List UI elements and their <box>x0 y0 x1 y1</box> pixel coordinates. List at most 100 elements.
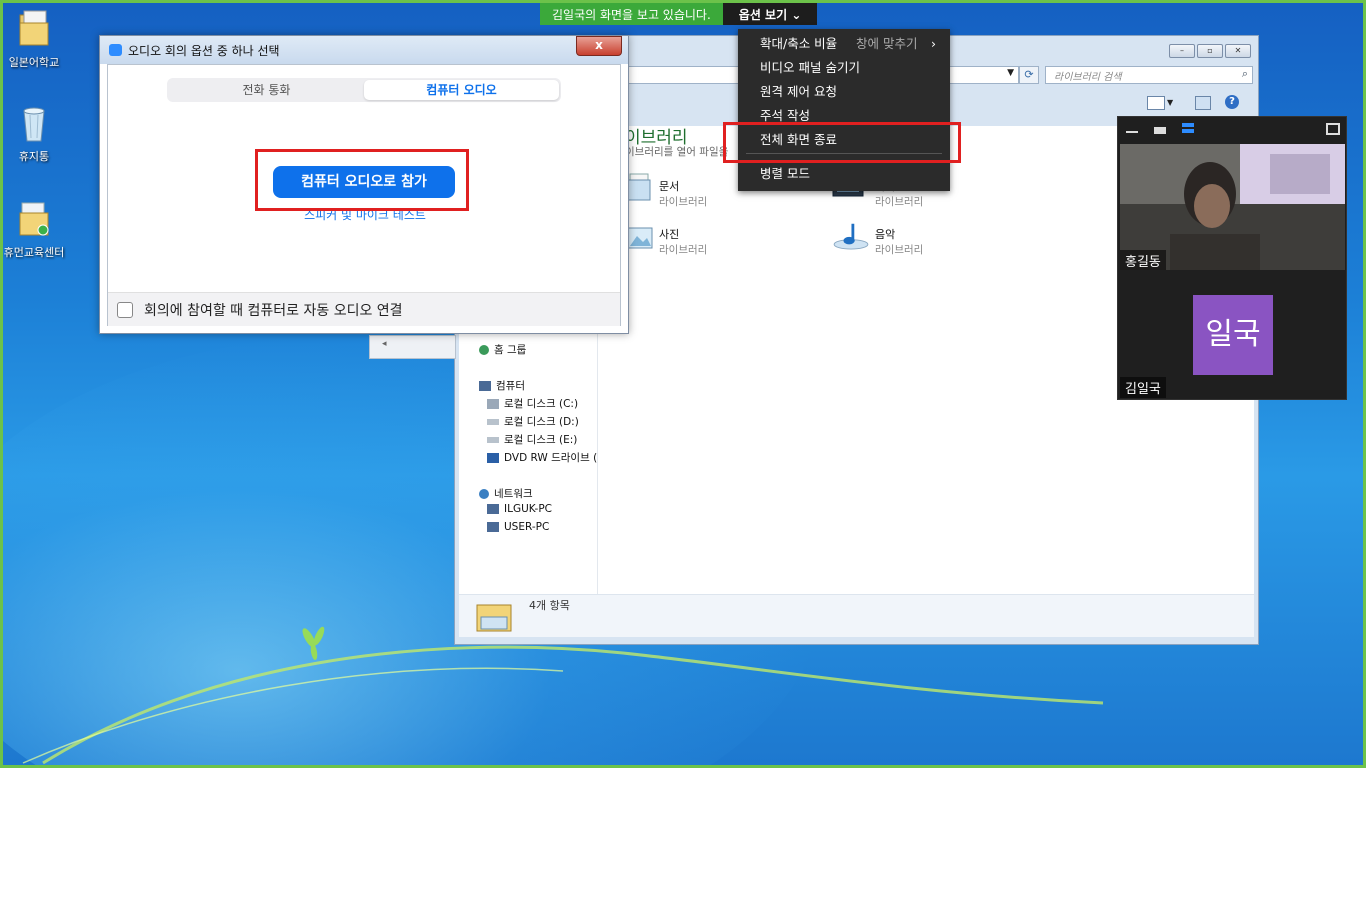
drive-icon <box>487 419 499 425</box>
chevron-down-icon: ⌄ <box>791 8 802 22</box>
dialog-title: 오디오 회의 옵션 중 하나 선택 <box>128 44 280 58</box>
view-options-label: 옵션 보기 <box>738 8 788 22</box>
documents-library-icon <box>627 173 651 201</box>
library-sub: 라이브러리 <box>875 196 924 208</box>
drive-icon <box>487 399 499 409</box>
chevron-down-icon[interactable]: ▼ <box>1167 98 1173 107</box>
menu-item-side-by-side[interactable]: 병렬 모드 <box>738 162 950 186</box>
desktop-icon-label: 휴지통 <box>18 150 50 163</box>
library-sub: 라이브러리 <box>875 244 924 256</box>
nav-label: USER-PC <box>504 521 550 533</box>
minimize-button[interactable]: – <box>1169 44 1195 58</box>
menu-item-zoom-ratio[interactable]: 확대/축소 비율 창에 맞추기 › <box>738 32 950 56</box>
library-documents[interactable]: 문서라이브러리 <box>659 178 707 209</box>
menu-item-request-remote-control[interactable]: 원격 제어 요청 <box>738 80 950 104</box>
desktop-icon-recycle-bin[interactable]: 휴지통 <box>3 103 70 164</box>
close-window-button[interactable]: ✕ <box>1225 44 1251 58</box>
screen-share-bar: 김일국의 화면을 보고 있습니다. 옵션 보기 ⌄ <box>540 3 818 25</box>
dialog-footer: 회의에 참여할 때 컴퓨터로 자동 오디오 연결 <box>108 292 620 326</box>
menu-item-label: 병렬 모드 <box>760 166 810 181</box>
network-icon <box>479 489 489 499</box>
nav-item-network[interactable]: 네트워크 <box>479 486 533 501</box>
refresh-icon[interactable]: ⟳ <box>1019 66 1039 84</box>
nav-item-dvd[interactable]: DVD RW 드라이브 ( <box>487 450 597 465</box>
zoom-logo-icon <box>109 44 122 56</box>
gallery-view-icon[interactable] <box>1182 123 1194 127</box>
nav-label: 네트워크 <box>494 488 533 500</box>
library-pictures[interactable]: 사진 라이브러리 <box>659 226 707 257</box>
share-status-text: 김일국의 화면을 보고 있습니다. <box>540 3 723 25</box>
video-panel-toolbar <box>1118 117 1346 144</box>
computer-icon <box>479 381 491 391</box>
desktop-icon-folder[interactable]: 일본어학교 <box>3 9 70 70</box>
nav-label: 로컬 디스크 (E:) <box>504 434 578 446</box>
view-options-button[interactable]: 옵션 보기 ⌄ <box>722 3 818 25</box>
desktop-icon-label: 휴먼교육센터 <box>3 246 65 259</box>
status-bar: 4개 항목 <box>459 594 1254 637</box>
view-options-icon[interactable] <box>1147 96 1165 110</box>
pictures-library-icon <box>627 227 653 249</box>
search-icon: ⌕ <box>1241 67 1248 80</box>
library-name: 음악 <box>875 228 896 241</box>
highlight-join-button <box>255 149 469 211</box>
nav-item-homegroup[interactable]: 홈 그룹 <box>479 342 526 357</box>
nav-label: DVD RW 드라이브 ( <box>504 452 598 464</box>
auto-connect-label: 회의에 참여할 때 컴퓨터로 자동 오디오 연결 <box>144 303 403 319</box>
highlight-exit-full-screen <box>723 122 961 163</box>
music-library-icon <box>833 223 869 250</box>
auto-connect-checkbox[interactable] <box>117 302 133 318</box>
nav-item-disk-d[interactable]: 로컬 디스크 (D:) <box>487 414 579 429</box>
item-count: 4개 항목 <box>529 599 570 612</box>
search-placeholder: 라이브러리 검색 <box>1054 72 1122 83</box>
nav-item-disk-e[interactable]: 로컬 디스크 (E:) <box>487 432 577 447</box>
chevron-down-icon[interactable]: ▼ <box>1007 68 1014 78</box>
library-music[interactable]: 음악라이브러리 <box>875 226 923 257</box>
library-name: 문서 <box>659 180 680 193</box>
computer-icon <box>487 504 499 514</box>
shared-screen: 일본어학교 휴지통 휴먼교육센터 – ▫ ✕ ▼ ⟳ 라이브러리 검색 ⌕ ▼ <box>0 0 1366 768</box>
participant-avatar: 일국 <box>1193 295 1273 375</box>
dvd-drive-icon <box>487 453 499 463</box>
menu-item-label: 비디오 패널 숨기기 <box>760 60 860 75</box>
nav-label: 홈 그룹 <box>494 344 527 356</box>
tab-phone-call[interactable]: 전화 통화 <box>169 80 364 100</box>
library-sub: 라이브러리 <box>659 244 708 256</box>
video-panel: 홍길동 일국 김일국 <box>1117 116 1347 400</box>
computer-icon <box>487 522 499 532</box>
nav-item-user-pc[interactable]: USER-PC <box>487 521 549 533</box>
preview-pane-icon[interactable] <box>1195 96 1211 110</box>
dialog-title-bar: 오디오 회의 옵션 중 하나 선택 x <box>100 36 628 64</box>
menu-item-label: 확대/축소 비율 <box>760 36 838 51</box>
maximize-button[interactable]: ▫ <box>1197 44 1223 58</box>
horizontal-scrollbar[interactable]: ◂ <box>369 335 456 359</box>
participant-video-tile: 홍길동 <box>1120 144 1345 270</box>
folder-icon <box>19 10 49 46</box>
nav-item-ilguk-pc[interactable]: ILGUK-PC <box>487 503 552 515</box>
search-input[interactable]: 라이브러리 검색 ⌕ <box>1045 66 1253 84</box>
participant-name: 홍길동 <box>1120 250 1166 270</box>
menu-item-label: 원격 제어 요청 <box>760 84 837 99</box>
menu-item-hide-video-panel[interactable]: 비디오 패널 숨기기 <box>738 56 950 80</box>
expand-video-icon[interactable] <box>1326 123 1340 135</box>
nav-item-disk-c[interactable]: 로컬 디스크 (C:) <box>487 396 578 411</box>
library-folder-icon <box>476 604 512 632</box>
view-options-menu: 확대/축소 비율 창에 맞추기 › 비디오 패널 숨기기 원격 제어 요청 주석 작… <box>738 29 950 191</box>
nav-item-computer[interactable]: 컴퓨터 <box>479 378 525 393</box>
homegroup-icon <box>479 345 489 355</box>
dialog-close-button[interactable]: x <box>576 36 622 56</box>
menu-item-label: 주석 작성 <box>760 108 810 123</box>
tab-computer-audio[interactable]: 컴퓨터 오디오 <box>364 80 559 100</box>
library-subheading: 이브러리를 열어 파일을 <box>625 146 729 158</box>
active-speaker-icon[interactable] <box>1154 127 1166 134</box>
library-sub: 라이브러리 <box>659 196 708 208</box>
menu-item-sub: 창에 맞추기 <box>856 36 918 51</box>
desktop-icon-shortcut[interactable]: 휴먼교육센터 <box>3 199 70 260</box>
audio-tabs: 전화 통화 컴퓨터 오디오 <box>167 78 561 102</box>
nav-label: ILGUK-PC <box>504 503 553 515</box>
nav-label: 로컬 디스크 (D:) <box>504 416 579 428</box>
scroll-left-icon[interactable]: ◂ <box>382 339 387 349</box>
minimize-video-icon[interactable] <box>1126 131 1138 133</box>
nav-label: 컴퓨터 <box>496 380 525 392</box>
help-icon[interactable]: ? <box>1225 95 1239 109</box>
drive-icon <box>487 437 499 443</box>
